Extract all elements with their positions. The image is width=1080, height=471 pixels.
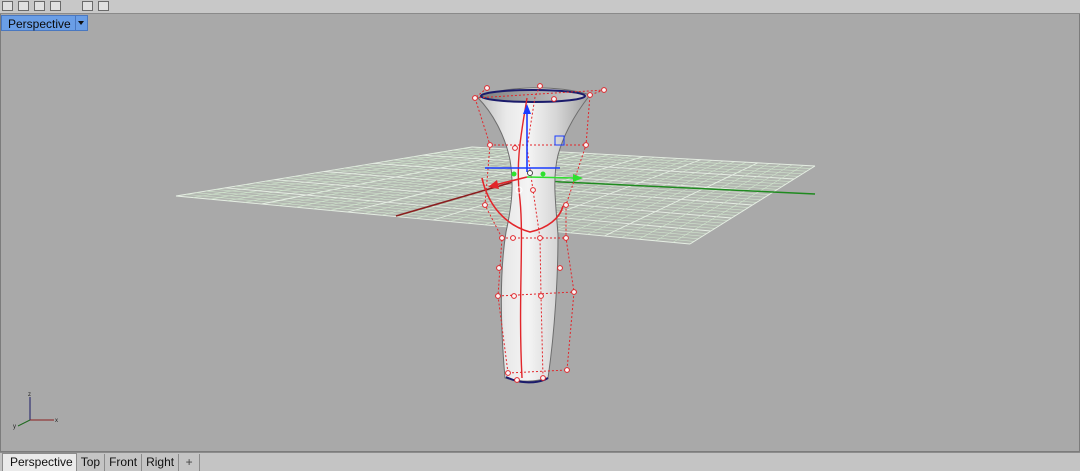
control-point[interactable]	[551, 96, 557, 102]
control-point[interactable]	[537, 235, 543, 241]
control-point[interactable]	[472, 95, 478, 101]
gumball-handle[interactable]	[511, 171, 517, 177]
gumball-y-axis[interactable]	[526, 176, 577, 179]
control-point[interactable]	[571, 289, 577, 295]
control-point[interactable]	[563, 235, 569, 241]
control-point[interactable]	[511, 293, 517, 299]
vase-rim-opening	[480, 89, 586, 103]
svg-text:z: z	[28, 392, 31, 398]
chevron-down-icon[interactable]	[75, 15, 88, 31]
control-point[interactable]	[499, 235, 505, 241]
control-point[interactable]	[564, 367, 570, 373]
tab-perspective[interactable]: Perspective	[2, 453, 77, 471]
control-point[interactable]	[505, 370, 511, 376]
control-point[interactable]	[538, 293, 544, 299]
control-point[interactable]	[487, 142, 493, 148]
vase-surface[interactable]	[477, 87, 591, 382]
control-point[interactable]	[583, 142, 589, 148]
control-point[interactable]	[510, 235, 516, 241]
tab-right[interactable]: Right	[142, 454, 180, 471]
control-point[interactable]	[563, 202, 569, 208]
svg-text:x: x	[55, 418, 58, 424]
control-point[interactable]	[484, 85, 490, 91]
tab-front[interactable]: Front	[105, 454, 143, 471]
control-point[interactable]	[496, 265, 502, 271]
viewport-scene[interactable]: z x y	[0, 0, 1080, 470]
gumball-handle[interactable]	[540, 171, 546, 177]
control-point[interactable]	[540, 375, 546, 381]
viewport-title[interactable]: Perspective	[1, 15, 88, 31]
gumball-handle[interactable]	[527, 170, 533, 176]
control-point[interactable]	[495, 293, 501, 299]
plus-icon[interactable]: +	[179, 454, 201, 471]
control-point[interactable]	[537, 83, 543, 89]
world-axis-icon: z x y	[13, 392, 58, 430]
control-point[interactable]	[514, 377, 520, 383]
viewport-tabs: Perspective Top Front Right +	[0, 452, 1080, 471]
construction-grid	[175, 146, 816, 245]
control-point[interactable]	[512, 145, 518, 151]
control-point[interactable]	[557, 265, 563, 271]
tab-top[interactable]: Top	[76, 454, 106, 471]
viewport-title-label[interactable]: Perspective	[1, 15, 76, 31]
control-point[interactable]	[530, 187, 536, 193]
control-point[interactable]	[601, 87, 607, 93]
control-point[interactable]	[587, 92, 593, 98]
svg-text:y: y	[13, 424, 16, 430]
control-point[interactable]	[482, 202, 488, 208]
